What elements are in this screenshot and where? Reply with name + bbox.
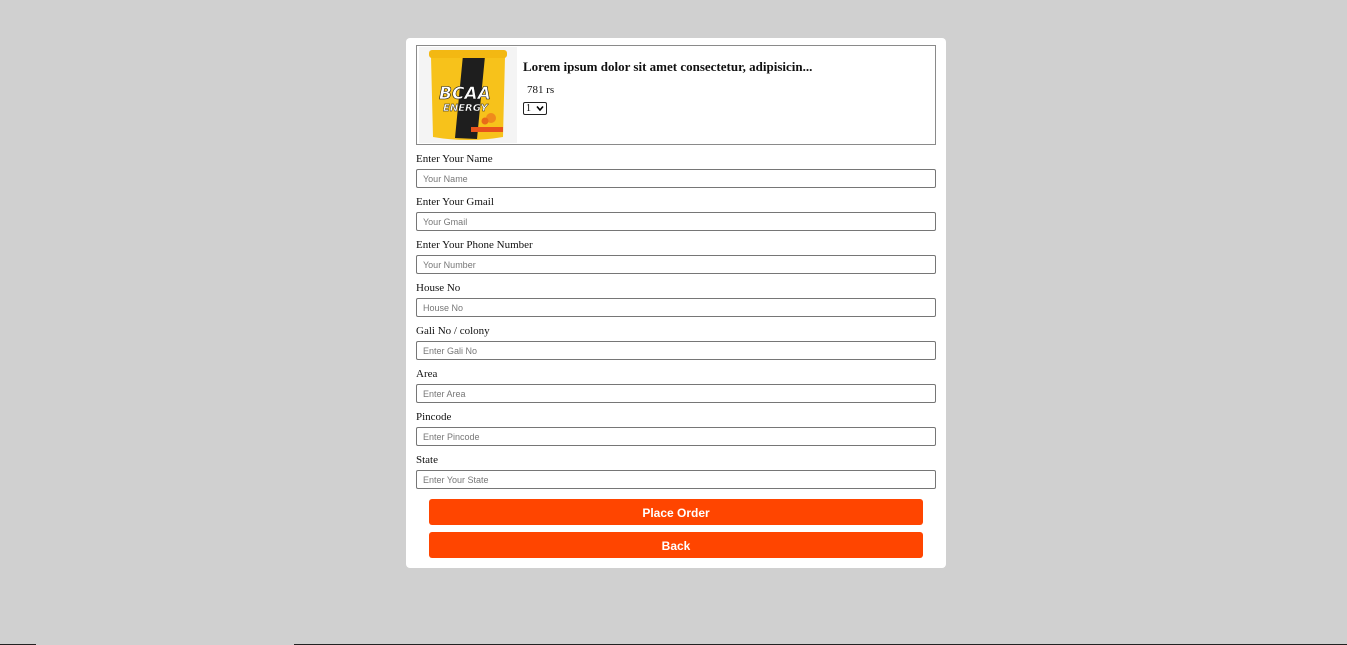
state-label: State xyxy=(416,454,438,466)
checkout-card: BCAA ENERGY Lorem ipsum dolor sit amet c… xyxy=(406,38,946,568)
product-summary: BCAA ENERGY Lorem ipsum dolor sit amet c… xyxy=(416,45,936,145)
area-label: Area xyxy=(416,368,438,380)
gmail-label: Enter Your Gmail xyxy=(416,196,494,208)
pincode-input[interactable] xyxy=(416,427,936,446)
product-price: 781 rs xyxy=(527,84,555,96)
gali-no-input[interactable] xyxy=(416,341,936,360)
area-input[interactable] xyxy=(416,384,936,403)
phone-input[interactable] xyxy=(416,255,936,274)
chevron-down-icon xyxy=(536,105,544,112)
svg-text:BCAA: BCAA xyxy=(439,84,491,104)
place-order-button[interactable]: Place Order xyxy=(429,499,923,525)
back-button[interactable]: Back xyxy=(429,532,923,558)
pincode-label: Pincode xyxy=(416,411,452,423)
gmail-input[interactable] xyxy=(416,212,936,231)
quantity-select[interactable]: 1 xyxy=(523,102,547,115)
name-input[interactable] xyxy=(416,169,936,188)
phone-label: Enter Your Phone Number xyxy=(416,239,533,251)
gali-no-label: Gali No / colony xyxy=(416,325,490,337)
product-title: Lorem ipsum dolor sit amet consectetur, … xyxy=(523,59,813,74)
house-no-input[interactable] xyxy=(416,298,936,317)
quantity-value: 1 xyxy=(526,103,531,114)
product-image: BCAA ENERGY xyxy=(419,47,517,143)
house-no-label: House No xyxy=(416,282,461,294)
svg-text:ENERGY: ENERGY xyxy=(443,103,490,114)
name-label: Enter Your Name xyxy=(416,153,493,165)
state-input[interactable] xyxy=(416,470,936,489)
